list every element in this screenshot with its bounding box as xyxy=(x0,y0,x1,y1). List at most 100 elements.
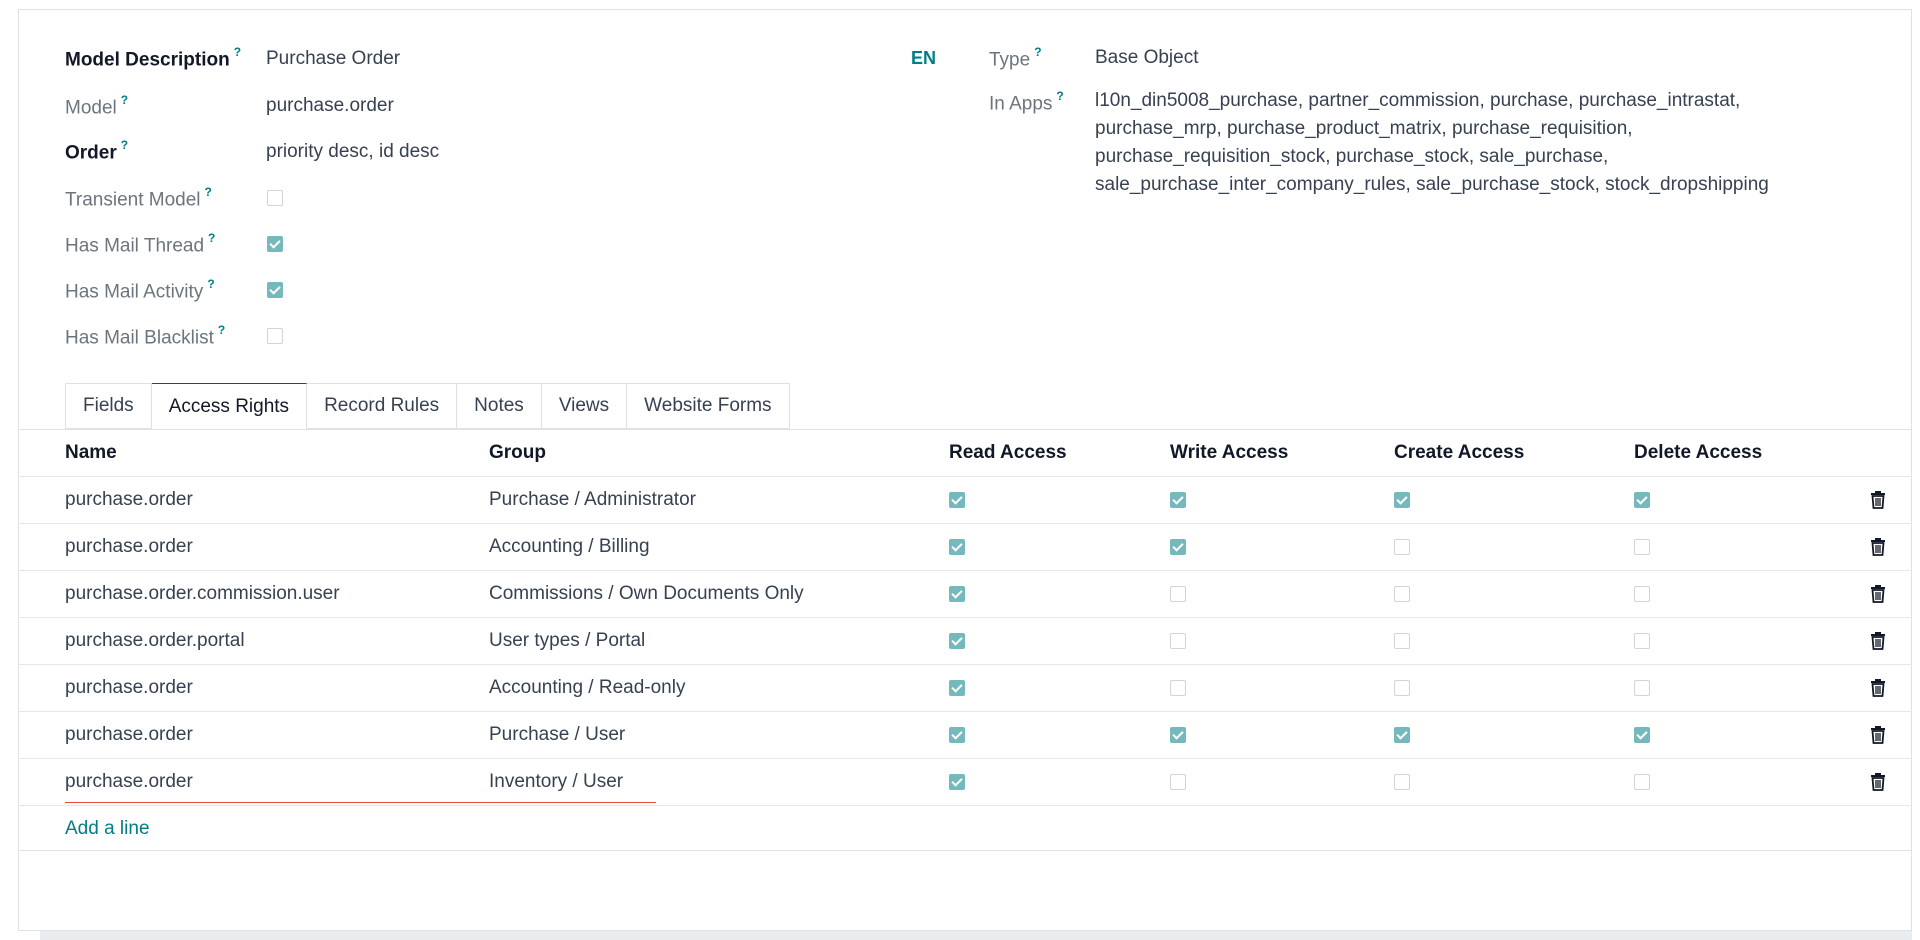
cell-name[interactable]: purchase.order.commission.user xyxy=(65,571,340,617)
tab-website-forms[interactable]: Website Forms xyxy=(627,383,790,429)
help-icon[interactable]: ? xyxy=(205,185,212,199)
table-row[interactable]: purchase.order Purchase / Administrator xyxy=(18,477,1912,524)
delete-access-checkbox[interactable] xyxy=(1634,492,1650,508)
tab-views[interactable]: Views xyxy=(541,383,628,429)
cell-name[interactable]: purchase.order xyxy=(65,759,193,805)
has-mail-blacklist-checkbox[interactable] xyxy=(267,328,283,344)
help-icon[interactable]: ? xyxy=(1056,89,1063,103)
create-access-checkbox[interactable] xyxy=(1394,539,1410,555)
write-access-checkbox[interactable] xyxy=(1170,633,1186,649)
delete-access-checkbox[interactable] xyxy=(1634,586,1650,602)
write-access-checkbox[interactable] xyxy=(1170,586,1186,602)
cell-group[interactable]: Inventory / User xyxy=(489,759,623,805)
delete-access-checkbox[interactable] xyxy=(1634,633,1650,649)
cell-name[interactable]: purchase.order.portal xyxy=(65,618,245,664)
write-access-checkbox[interactable] xyxy=(1170,680,1186,696)
cell-group[interactable]: User types / Portal xyxy=(489,618,645,664)
access-rights-table: Name Group Read Access Write Access Crea… xyxy=(18,430,1912,852)
cell-group[interactable]: Accounting / Billing xyxy=(489,524,650,570)
write-access-checkbox[interactable] xyxy=(1170,774,1186,790)
has-mail-thread-checkbox[interactable] xyxy=(267,236,283,252)
create-access-checkbox[interactable] xyxy=(1394,727,1410,743)
delete-access-checkbox[interactable] xyxy=(1634,727,1650,743)
type-label: Type? xyxy=(989,45,1042,71)
has-mail-blacklist-label: Has Mail Blacklist? xyxy=(65,323,225,349)
sheet-bottom-edge xyxy=(40,931,1912,940)
table-row[interactable]: purchase.order.commission.user Commission… xyxy=(18,571,1912,618)
column-header-create-access[interactable]: Create Access xyxy=(1394,430,1524,476)
help-icon[interactable]: ? xyxy=(208,231,215,245)
has-mail-activity-label: Has Mail Activity? xyxy=(65,277,215,303)
cell-group[interactable]: Purchase / Administrator xyxy=(489,477,696,523)
transient-model-label-text: Transient Model xyxy=(65,189,201,211)
cell-group[interactable]: Purchase / User xyxy=(489,712,625,758)
cell-name[interactable]: purchase.order xyxy=(65,665,193,711)
trash-icon[interactable] xyxy=(1870,490,1886,510)
column-header-read-access[interactable]: Read Access xyxy=(949,430,1067,476)
transient-model-checkbox[interactable] xyxy=(267,190,283,206)
column-header-group[interactable]: Group xyxy=(489,430,546,476)
language-toggle[interactable]: EN xyxy=(911,48,936,69)
tab-notes[interactable]: Notes xyxy=(457,383,542,429)
read-access-checkbox[interactable] xyxy=(949,633,965,649)
trash-icon[interactable] xyxy=(1870,678,1886,698)
create-access-checkbox[interactable] xyxy=(1394,680,1410,696)
cell-name[interactable]: purchase.order xyxy=(65,524,193,570)
read-access-checkbox[interactable] xyxy=(949,586,965,602)
order-label: Order? xyxy=(65,138,128,164)
column-header-write-access[interactable]: Write Access xyxy=(1170,430,1288,476)
cell-name[interactable]: purchase.order xyxy=(65,477,193,523)
read-access-checkbox[interactable] xyxy=(949,774,965,790)
help-icon[interactable]: ? xyxy=(207,277,214,291)
read-access-checkbox[interactable] xyxy=(949,727,965,743)
write-access-checkbox[interactable] xyxy=(1170,727,1186,743)
write-access-checkbox[interactable] xyxy=(1170,539,1186,555)
has-mail-activity-checkbox[interactable] xyxy=(267,282,283,298)
delete-access-checkbox[interactable] xyxy=(1634,680,1650,696)
help-icon[interactable]: ? xyxy=(218,323,225,337)
table-row[interactable]: purchase.order Inventory / User xyxy=(18,759,1912,806)
help-icon[interactable]: ? xyxy=(234,45,241,59)
type-label-text: Type xyxy=(989,49,1031,71)
add-line-link[interactable]: Add a line xyxy=(65,806,150,852)
tab-record-rules[interactable]: Record Rules xyxy=(307,383,458,429)
column-header-name[interactable]: Name xyxy=(65,430,117,476)
model-description-value[interactable]: Purchase Order xyxy=(266,48,400,70)
has-mail-blacklist-label-text: Has Mail Blacklist xyxy=(65,327,214,349)
read-access-checkbox[interactable] xyxy=(949,492,965,508)
cell-group[interactable]: Commissions / Own Documents Only xyxy=(489,571,804,617)
trash-icon[interactable] xyxy=(1870,584,1886,604)
table-row[interactable]: purchase.order Purchase / User xyxy=(18,712,1912,759)
order-label-text: Order xyxy=(65,142,117,164)
table-row[interactable]: purchase.order Accounting / Read-only xyxy=(18,665,1912,712)
trash-icon[interactable] xyxy=(1870,725,1886,745)
table-bottom-border xyxy=(18,850,1912,851)
create-access-checkbox[interactable] xyxy=(1394,633,1410,649)
column-header-delete-access[interactable]: Delete Access xyxy=(1634,430,1762,476)
type-value: Base Object xyxy=(1095,47,1199,68)
model-description-label: Model Description? xyxy=(65,45,241,71)
notebook-tabs: Fields Access Rights Record Rules Notes View… xyxy=(65,383,790,430)
read-access-checkbox[interactable] xyxy=(949,680,965,696)
cell-group[interactable]: Accounting / Read-only xyxy=(489,665,685,711)
help-icon[interactable]: ? xyxy=(1034,45,1041,59)
trash-icon[interactable] xyxy=(1870,631,1886,651)
delete-access-checkbox[interactable] xyxy=(1634,539,1650,555)
trash-icon[interactable] xyxy=(1870,537,1886,557)
tab-fields[interactable]: Fields xyxy=(65,383,152,429)
help-icon[interactable]: ? xyxy=(121,138,128,152)
tab-access-rights[interactable]: Access Rights xyxy=(151,383,308,430)
delete-access-checkbox[interactable] xyxy=(1634,774,1650,790)
table-row[interactable]: purchase.order.portal User types / Portal xyxy=(18,618,1912,665)
read-access-checkbox[interactable] xyxy=(949,539,965,555)
cell-name[interactable]: purchase.order xyxy=(65,712,193,758)
table-header: Name Group Read Access Write Access Crea… xyxy=(18,430,1912,477)
table-row[interactable]: purchase.order Accounting / Billing xyxy=(18,524,1912,571)
create-access-checkbox[interactable] xyxy=(1394,774,1410,790)
trash-icon[interactable] xyxy=(1870,772,1886,792)
order-value[interactable]: priority desc, id desc xyxy=(266,141,439,163)
write-access-checkbox[interactable] xyxy=(1170,492,1186,508)
help-icon[interactable]: ? xyxy=(121,93,128,107)
create-access-checkbox[interactable] xyxy=(1394,492,1410,508)
create-access-checkbox[interactable] xyxy=(1394,586,1410,602)
